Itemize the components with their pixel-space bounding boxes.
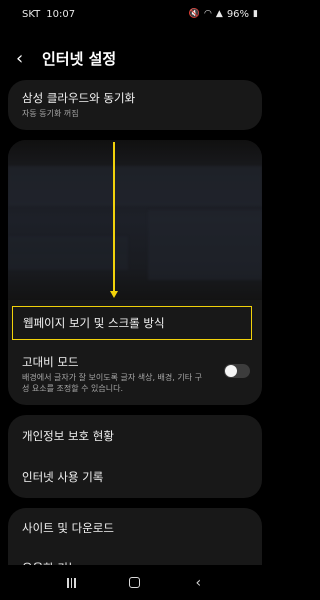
battery-percent: 96% <box>226 8 250 20</box>
high-contrast-row[interactable]: 고대비 모드 배경에서 글자가 잘 보이도록 글자 색상, 배경, 기타 구성 … <box>8 346 262 402</box>
browsing-history-item[interactable]: 인터넷 사용 기록 <box>8 456 262 497</box>
annotation-arrow-line <box>113 142 115 292</box>
battery-icon: ▮ <box>253 9 258 19</box>
cloud-sync-subtitle: 자동 동기화 꺼짐 <box>22 109 79 119</box>
page-title: 인터넷 설정 <box>42 49 117 68</box>
home-button[interactable] <box>120 577 150 588</box>
high-contrast-toggle[interactable] <box>224 364 250 378</box>
display-settings-card: 웹페이지 보기 및 스크롤 방식 고대비 모드 배경에서 글자가 잘 보이도록 … <box>8 140 262 405</box>
mute-icon: 🔇 <box>188 9 201 19</box>
annotation-arrow-head <box>110 291 118 298</box>
privacy-card: 개인정보 보호 현황 인터넷 사용 기록 <box>8 415 262 498</box>
privacy-status-label: 개인정보 보호 현황 <box>22 428 114 443</box>
sites-downloads-label: 사이트 및 다운로드 <box>22 521 114 535</box>
recent-apps-icon[interactable] <box>57 577 87 588</box>
status-bar: SKT 10:07 🔇 ◠ ▲ 96% ▮ <box>0 0 270 28</box>
clock: 10:07 <box>46 8 76 20</box>
privacy-status-item[interactable]: 개인정보 보호 현황 <box>8 415 262 456</box>
sites-downloads-item[interactable]: 사이트 및 다운로드 <box>8 508 262 548</box>
cloud-sync-title: 삼성 클라우드와 동기화 <box>22 91 136 106</box>
browsing-history-label: 인터넷 사용 기록 <box>22 469 104 484</box>
carrier-label: SKT <box>22 8 41 20</box>
blurred-settings-area <box>8 140 262 300</box>
high-contrast-title: 고대비 모드 <box>22 354 79 369</box>
wifi-icon: ◠ <box>204 9 212 19</box>
header: ‹ 인터넷 설정 <box>0 40 270 76</box>
webpage-view-scroll-option[interactable]: 웹페이지 보기 및 스크롤 방식 <box>12 306 252 340</box>
back-arrow-icon[interactable]: ‹ <box>16 48 38 69</box>
navigation-bar: ‹ <box>0 565 270 600</box>
webpage-view-scroll-label: 웹페이지 보기 및 스크롤 방식 <box>23 316 165 330</box>
home-icon <box>129 577 141 588</box>
cloud-sync-card[interactable]: 삼성 클라우드와 동기화 자동 동기화 꺼짐 <box>8 80 262 130</box>
high-contrast-subtitle: 배경에서 글자가 잘 보이도록 글자 색상, 배경, 기타 구성 요소를 조정할… <box>22 372 202 393</box>
signal-icon: ▲ <box>215 9 223 19</box>
back-icon[interactable]: ‹ <box>183 575 213 591</box>
